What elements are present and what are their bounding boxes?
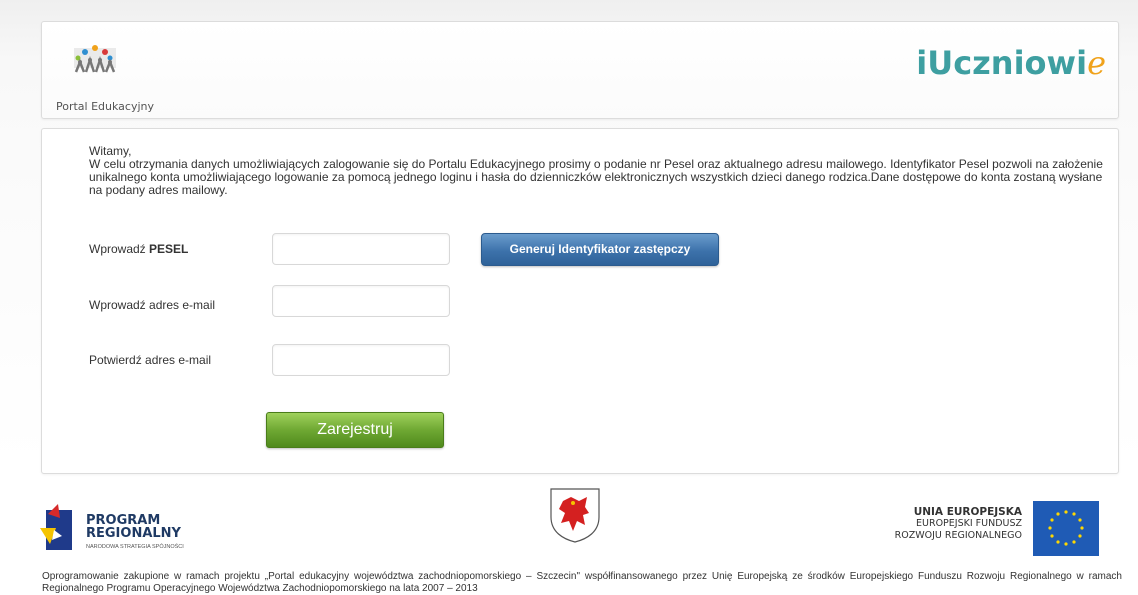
people-logo-icon	[74, 45, 116, 73]
email-confirm-field[interactable]	[272, 344, 450, 376]
brand-logo[interactable]: iUczniowie	[916, 44, 1106, 82]
brand-tail-text: e	[1087, 44, 1106, 82]
program-star-icon	[40, 504, 72, 550]
intro-text: Witamy, W celu otrzymania danych umożliw…	[89, 145, 1113, 197]
intro-body: W celu otrzymania danych umożliwiających…	[89, 157, 1103, 197]
eu-flag-icon	[1033, 501, 1099, 556]
eu-fund-text: UNIA EUROPEJSKA EUROPEJSKI FUNDUSZ ROZWO…	[895, 506, 1022, 542]
eu-line3: ROZWOJU REGIONALNEGO	[894, 530, 1022, 541]
register-button[interactable]: Zarejestruj	[266, 412, 444, 448]
griffin-crest-icon	[550, 488, 600, 543]
pesel-label-prefix: Wprowadź	[89, 242, 150, 256]
program-subtitle: NARODOWA STRATEGIA SPÓJNOŚCI	[86, 544, 184, 550]
funding-note-text: Oprogramowanie zakupione w ramach projek…	[42, 571, 1122, 594]
portal-logo-text: Portal Edukacyjny	[56, 100, 155, 113]
email-confirm-input[interactable]	[273, 345, 449, 375]
project-funding-note: Oprogramowanie zakupione w ramach projek…	[42, 571, 1122, 595]
email-input[interactable]	[273, 286, 449, 316]
eu-title: UNIA EUROPEJSKA	[913, 506, 1022, 518]
pesel-field[interactable]	[272, 233, 450, 265]
pesel-label-bold: PESEL	[149, 242, 189, 256]
email-confirm-label: Potwierdź adres e-mail	[89, 353, 212, 367]
registration-panel: Witamy, W celu otrzymania danych umożliw…	[41, 128, 1119, 474]
program-line2: REGIONALNY	[86, 526, 181, 541]
brand-main-text: iUczniowi	[916, 44, 1088, 82]
program-title: PROGRAM REGIONALNY	[86, 514, 181, 540]
email-field[interactable]	[272, 285, 450, 317]
pesel-input[interactable]	[273, 234, 449, 264]
eu-line2: EUROPEJSKI FUNDUSZ	[916, 518, 1022, 529]
email-label: Wprowadź adres e-mail	[89, 298, 216, 312]
portal-logo[interactable]: Portal Edukacyjny	[52, 32, 212, 113]
header-panel: Portal Edukacyjny iUczniowie	[41, 21, 1119, 119]
program-regionalny-logo: PROGRAM REGIONALNY NARODOWA STRATEGIA SP…	[36, 500, 246, 555]
generate-substitute-id-button[interactable]: Generuj Identyfikator zastępczy	[481, 233, 719, 266]
pesel-label: Wprowadź PESEL	[89, 242, 188, 256]
